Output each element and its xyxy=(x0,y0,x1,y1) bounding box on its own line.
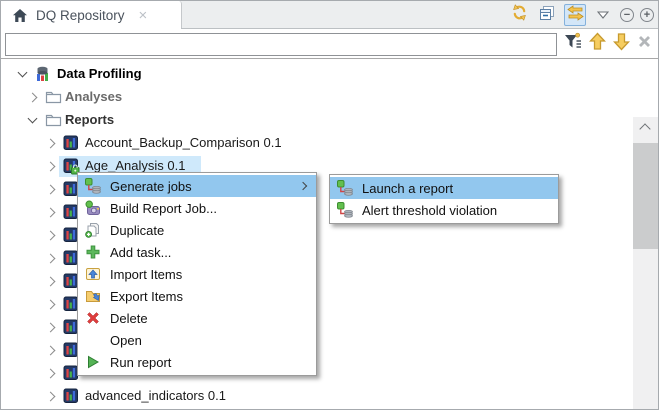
no-icon xyxy=(84,332,102,348)
submenu-item-label: Alert threshold violation xyxy=(362,203,497,218)
tree-row-data-profiling[interactable]: Data Profiling xyxy=(1,63,631,86)
tree-label: advanced_indicators 0.1 xyxy=(85,388,226,403)
menu-item-delete[interactable]: Delete xyxy=(78,307,316,329)
dq-repository-view: DQ Repository × xyxy=(0,0,659,410)
tree-label: Analyses xyxy=(65,89,122,104)
menu-item-import-items[interactable]: Import Items xyxy=(78,263,316,285)
context-menu: Generate jobs Build Report Job... xyxy=(77,172,317,376)
chevron-down-icon[interactable] xyxy=(28,114,38,124)
tree-label: Age_Analysis 0.1 xyxy=(85,158,185,173)
generate-jobs-submenu: Launch a report Alert threshold violatio… xyxy=(329,174,559,224)
vertical-scrollbar[interactable] xyxy=(633,117,658,410)
tab-close-icon[interactable]: × xyxy=(139,8,148,23)
chevron-right-icon[interactable] xyxy=(46,185,56,195)
link-with-editor-icon xyxy=(567,5,584,26)
add-task-icon xyxy=(84,244,102,260)
chevron-right-icon[interactable] xyxy=(46,300,56,310)
filter-input[interactable] xyxy=(5,33,557,56)
chevron-right-icon[interactable] xyxy=(46,369,56,379)
chevron-right-icon[interactable] xyxy=(46,139,56,149)
view-toolbar: − + xyxy=(508,1,654,29)
move-up-icon[interactable] xyxy=(589,32,606,56)
collapse-all-icon xyxy=(539,5,555,26)
menu-item-label: Open xyxy=(110,333,142,348)
menu-item-run-report[interactable]: Run report xyxy=(78,351,316,373)
chevron-right-icon[interactable] xyxy=(28,93,38,103)
submenu-item-alert-threshold-violation[interactable]: Alert threshold violation xyxy=(330,199,558,221)
link-with-editor-button[interactable] xyxy=(564,4,586,26)
move-down-icon[interactable] xyxy=(613,32,630,56)
refresh-button[interactable] xyxy=(508,4,530,26)
menu-item-label: Export Items xyxy=(110,289,183,304)
tab-dq-repository[interactable]: DQ Repository × xyxy=(1,1,182,29)
menu-item-export-items[interactable]: Export Items xyxy=(78,285,316,307)
duplicate-icon xyxy=(84,222,102,238)
menu-item-label: Build Report Job... xyxy=(110,201,217,216)
menu-item-label: Add task... xyxy=(110,245,171,260)
generate-job-icon xyxy=(336,180,354,196)
chevron-right-icon[interactable] xyxy=(46,162,56,172)
folder-icon xyxy=(45,112,61,128)
clear-icon xyxy=(637,34,652,54)
home-icon xyxy=(12,8,28,23)
data-profiling-icon xyxy=(35,66,51,82)
tree-row-analyses[interactable]: Analyses xyxy=(1,86,631,109)
view-menu-icon xyxy=(597,6,609,24)
menu-item-generate-jobs[interactable]: Generate jobs xyxy=(78,175,316,197)
chevron-right-icon[interactable] xyxy=(46,254,56,264)
menu-item-duplicate[interactable]: Duplicate xyxy=(78,219,316,241)
menu-item-label: Generate jobs xyxy=(110,179,192,194)
export-items-icon xyxy=(84,288,102,304)
menu-item-label: Run report xyxy=(110,355,171,370)
filter-bar xyxy=(1,29,658,59)
tree-label: Data Profiling xyxy=(57,66,142,81)
submenu-item-label: Launch a report xyxy=(362,181,453,196)
import-items-icon xyxy=(84,266,102,282)
view-menu-button[interactable] xyxy=(592,4,614,26)
maximize-button[interactable]: + xyxy=(640,8,654,22)
generate-job-icon xyxy=(336,202,354,218)
delete-icon xyxy=(84,310,102,326)
tree-row-advanced-indicators[interactable]: advanced_indicators 0.1 xyxy=(1,385,631,408)
chevron-right-icon[interactable] xyxy=(46,208,56,218)
menu-item-label: Duplicate xyxy=(110,223,164,238)
menu-item-build-report-job[interactable]: Build Report Job... xyxy=(78,197,316,219)
tree-row-account-backup-comparison[interactable]: Account_Backup_Comparison 0.1 xyxy=(1,132,631,155)
generate-job-icon xyxy=(84,178,102,194)
folder-icon xyxy=(45,89,61,105)
view-tab-bar: DQ Repository × xyxy=(1,1,658,29)
tab-title: DQ Repository xyxy=(36,8,125,23)
build-report-job-icon xyxy=(84,200,102,216)
chevron-down-icon[interactable] xyxy=(18,68,28,78)
report-icon xyxy=(63,388,79,404)
chevron-right-icon[interactable] xyxy=(46,231,56,241)
chevron-right-icon[interactable] xyxy=(46,392,56,402)
filter-icon[interactable] xyxy=(564,32,582,56)
menu-item-label: Delete xyxy=(110,311,148,326)
chevron-right-icon[interactable] xyxy=(46,277,56,287)
submenu-arrow-icon xyxy=(299,182,307,190)
refresh-icon xyxy=(511,4,528,26)
menu-item-add-task[interactable]: Add task... xyxy=(78,241,316,263)
chevron-right-icon[interactable] xyxy=(46,346,56,356)
collapse-all-button[interactable] xyxy=(536,4,558,26)
report-icon xyxy=(63,135,79,151)
submenu-item-launch-a-report[interactable]: Launch a report xyxy=(330,177,558,199)
tree-label: Account_Backup_Comparison 0.1 xyxy=(85,135,282,150)
scrollbar-thumb[interactable] xyxy=(633,143,658,249)
menu-item-open[interactable]: Open xyxy=(78,329,316,351)
menu-item-label: Import Items xyxy=(110,267,182,282)
run-report-icon xyxy=(84,354,102,370)
tree-row-reports[interactable]: Reports xyxy=(1,109,631,132)
scroll-up-icon[interactable] xyxy=(639,123,650,134)
minimize-button[interactable]: − xyxy=(620,8,634,22)
tree-label: Reports xyxy=(65,112,114,127)
chevron-right-icon[interactable] xyxy=(46,323,56,333)
